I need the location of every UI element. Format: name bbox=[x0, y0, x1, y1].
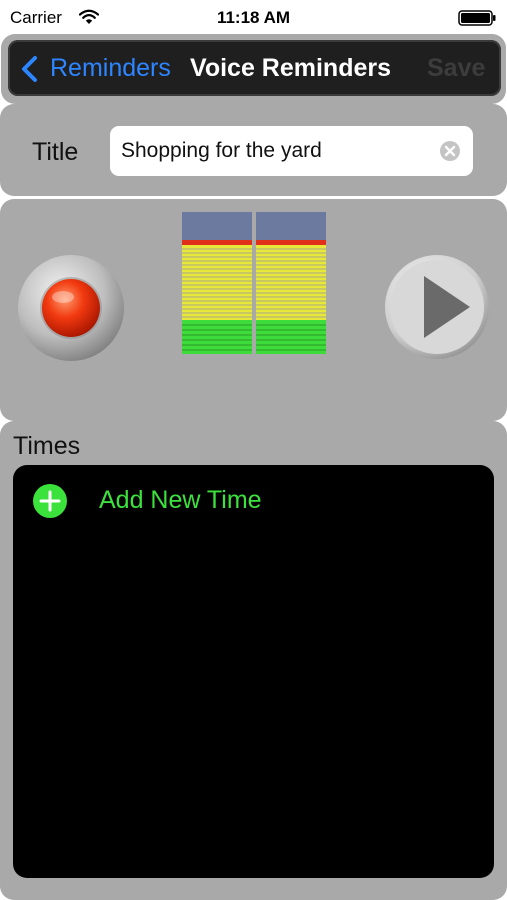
add-icon[interactable] bbox=[33, 484, 67, 518]
times-list[interactable] bbox=[13, 465, 494, 878]
play-button[interactable] bbox=[384, 254, 490, 360]
clear-icon[interactable] bbox=[439, 140, 461, 162]
record-button[interactable] bbox=[17, 254, 125, 362]
save-button[interactable]: Save bbox=[427, 54, 485, 83]
level-meter-icon bbox=[182, 212, 326, 354]
battery-icon bbox=[458, 10, 496, 26]
times-label: Times bbox=[13, 432, 81, 460]
status-bar: Carrier 11:18 AM bbox=[0, 0, 507, 34]
add-new-time-button[interactable]: Add New Time bbox=[99, 486, 262, 515]
status-time: 11:18 AM bbox=[216, 8, 291, 27]
back-chevron-icon[interactable] bbox=[20, 55, 38, 83]
title-input-value[interactable]: Shopping for the yard bbox=[121, 139, 322, 163]
record-icon bbox=[42, 279, 100, 337]
back-button[interactable]: Reminders bbox=[50, 54, 171, 83]
title-label: Title bbox=[32, 138, 79, 166]
page-title: Voice Reminders bbox=[190, 54, 392, 82]
title-input[interactable]: Shopping for the yard bbox=[110, 126, 473, 176]
